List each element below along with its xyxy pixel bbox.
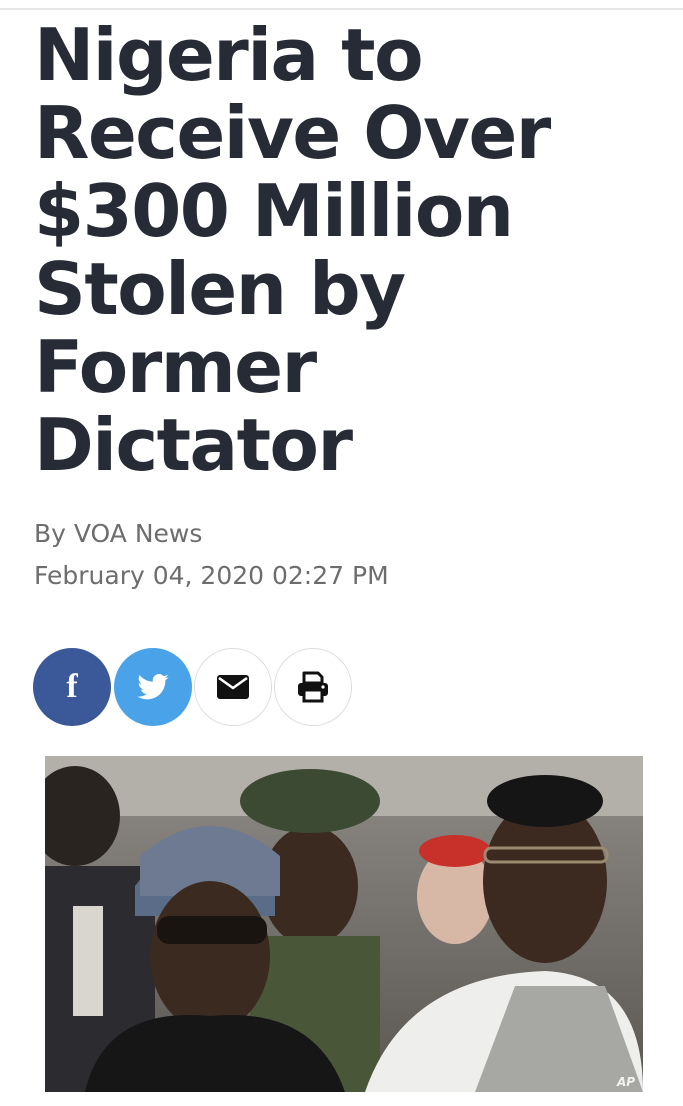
share-facebook-button[interactable]: f bbox=[33, 648, 111, 726]
article-photo: AP bbox=[45, 756, 643, 1092]
twitter-icon bbox=[137, 674, 169, 700]
article-date: February 04, 2020 02:27 PM bbox=[34, 561, 389, 590]
article-byline: By VOA News bbox=[34, 519, 203, 548]
share-email-button[interactable] bbox=[194, 648, 272, 726]
photo-credit: AP bbox=[616, 1075, 635, 1089]
share-twitter-button[interactable] bbox=[114, 648, 192, 726]
print-button[interactable] bbox=[274, 648, 352, 726]
article-headline: Nigeria to Receive Over $300 Million Sto… bbox=[34, 13, 551, 487]
top-divider bbox=[0, 8, 683, 10]
envelope-icon bbox=[217, 675, 249, 699]
printer-icon bbox=[298, 671, 328, 703]
facebook-icon: f bbox=[66, 668, 78, 705]
